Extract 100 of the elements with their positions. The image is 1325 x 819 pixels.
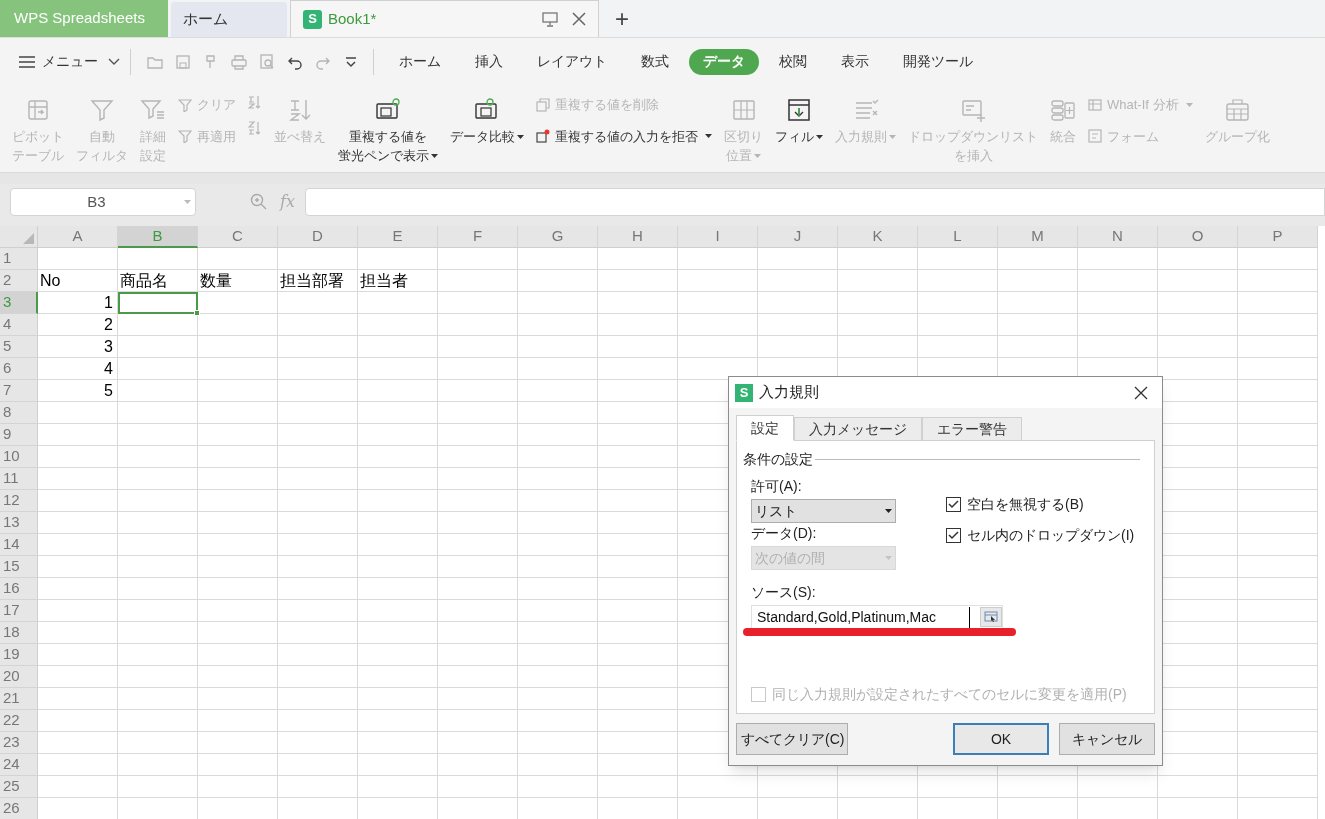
- dialog-tab[interactable]: 設定: [736, 415, 794, 441]
- list-add-icon: [960, 97, 986, 123]
- row-header[interactable]: 7: [0, 380, 38, 402]
- dialog-tab[interactable]: エラー警告: [922, 417, 1022, 441]
- new-tab-button[interactable]: +: [615, 0, 629, 37]
- column-header[interactable]: G: [518, 226, 598, 248]
- dialog-tab[interactable]: 入力メッセージ: [794, 417, 922, 441]
- row-header[interactable]: 15: [0, 556, 38, 578]
- dropdown-field[interactable]: リスト: [751, 499, 896, 523]
- ribbon-button[interactable]: フィル: [775, 93, 823, 146]
- column-header[interactable]: O: [1158, 226, 1238, 248]
- dialog-button[interactable]: すべてクリア(C): [736, 723, 848, 755]
- row-header[interactable]: 9: [0, 424, 38, 446]
- download-icon: [786, 97, 812, 123]
- active-cell[interactable]: [118, 292, 198, 314]
- row-header[interactable]: 8: [0, 402, 38, 424]
- row-header[interactable]: 21: [0, 688, 38, 710]
- row-header[interactable]: 2: [0, 270, 38, 292]
- row-header[interactable]: 26: [0, 798, 38, 819]
- app-tab[interactable]: WPS Spreadsheets: [0, 0, 168, 37]
- dialog-button[interactable]: キャンセル: [1059, 723, 1155, 755]
- column-header[interactable]: C: [198, 226, 278, 248]
- row-header[interactable]: 3: [0, 292, 38, 314]
- column-header[interactable]: I: [678, 226, 758, 248]
- table-cell: 3: [38, 336, 118, 358]
- checkbox[interactable]: セル内のドロップダウン(I): [946, 525, 1135, 546]
- field-label: ソース(S):: [751, 583, 817, 602]
- menu-button[interactable]: メニュー: [18, 51, 120, 72]
- column-header[interactable]: P: [1238, 226, 1318, 248]
- caret-icon: [885, 556, 892, 560]
- function-label[interactable]: fx: [280, 190, 295, 214]
- checkbox[interactable]: 空白を無視する(B): [946, 494, 1135, 515]
- column-header[interactable]: L: [918, 226, 998, 248]
- row-header[interactable]: 19: [0, 644, 38, 666]
- column-header[interactable]: J: [758, 226, 838, 248]
- columns-icon: [730, 97, 757, 123]
- table-cell: 数量: [198, 270, 278, 292]
- table-cell: 担当者: [358, 270, 438, 292]
- row-header[interactable]: 11: [0, 468, 38, 490]
- zoom-icon: [250, 193, 268, 211]
- row-header[interactable]: 24: [0, 754, 38, 776]
- dialog-button[interactable]: OK: [953, 723, 1049, 755]
- ribbon-tab[interactable]: 挿入: [461, 48, 517, 75]
- copy-icon: [536, 97, 550, 112]
- ribbon-tab[interactable]: 表示: [827, 48, 883, 75]
- row-header[interactable]: 6: [0, 358, 38, 380]
- row-header[interactable]: 12: [0, 490, 38, 512]
- table-icon: [1088, 97, 1102, 112]
- column-header[interactable]: D: [278, 226, 358, 248]
- column-header[interactable]: A: [38, 226, 118, 248]
- document-tab[interactable]: S Book1*: [290, 0, 599, 37]
- row-header[interactable]: 13: [0, 512, 38, 534]
- ribbon-tab[interactable]: ホーム: [385, 48, 455, 75]
- row-header[interactable]: 16: [0, 578, 38, 600]
- ribbon-button[interactable]: データ比較: [450, 93, 524, 146]
- row-header[interactable]: 23: [0, 732, 38, 754]
- row-header[interactable]: 5: [0, 336, 38, 358]
- monitor-icon[interactable]: [542, 11, 558, 27]
- row-header[interactable]: 22: [0, 710, 38, 732]
- home-tab[interactable]: ホーム: [171, 2, 287, 37]
- fill-handle[interactable]: [194, 310, 200, 316]
- ribbon-button[interactable]: 重複する値を 蛍光ペンで表示: [338, 93, 438, 165]
- row-header[interactable]: 14: [0, 534, 38, 556]
- ribbon-tab[interactable]: レイアウト: [523, 48, 621, 75]
- row-header[interactable]: 1: [0, 248, 38, 270]
- name-box[interactable]: B3: [10, 188, 196, 216]
- ribbon-tab[interactable]: データ: [689, 48, 759, 75]
- column-header[interactable]: M: [998, 226, 1078, 248]
- close-icon[interactable]: [1134, 385, 1148, 400]
- ribbon-button[interactable]: 重複する値の入力を拒否: [536, 126, 712, 146]
- row-header[interactable]: 10: [0, 446, 38, 468]
- form-icon: [1088, 129, 1102, 144]
- row-header[interactable]: 4: [0, 314, 38, 336]
- sort-ascending-icon: [248, 95, 262, 109]
- column-header[interactable]: H: [598, 226, 678, 248]
- dialog-title: 入力規則: [759, 382, 820, 403]
- funnel-icon: [89, 97, 115, 123]
- ribbon-tab[interactable]: 開発ツール: [889, 48, 987, 75]
- row-header[interactable]: 17: [0, 600, 38, 622]
- column-header[interactable]: B: [118, 226, 198, 248]
- funnel-icon: [178, 97, 192, 112]
- check-icon: [948, 500, 959, 509]
- document-title: Book1*: [328, 8, 377, 29]
- chevron-icon: [108, 58, 120, 65]
- row-header[interactable]: 25: [0, 776, 38, 798]
- spreadsheet-logo: S: [303, 9, 322, 29]
- column-header[interactable]: N: [1078, 226, 1158, 248]
- row-header[interactable]: 20: [0, 666, 38, 688]
- ribbon-tab[interactable]: 数式: [627, 48, 683, 75]
- grid-icon: [1224, 97, 1250, 123]
- column-header[interactable]: F: [438, 226, 518, 248]
- row-header[interactable]: 18: [0, 622, 38, 644]
- column-header[interactable]: E: [358, 226, 438, 248]
- range-select-icon[interactable]: [980, 607, 1002, 627]
- source-field[interactable]: Standard,Gold,Platinum,Mac: [751, 605, 1003, 629]
- table-cell: No: [38, 270, 118, 292]
- column-header[interactable]: K: [838, 226, 918, 248]
- formula-field[interactable]: [304, 188, 1325, 216]
- ribbon-tab[interactable]: 校閲: [765, 48, 821, 75]
- caret-icon: [885, 509, 892, 513]
